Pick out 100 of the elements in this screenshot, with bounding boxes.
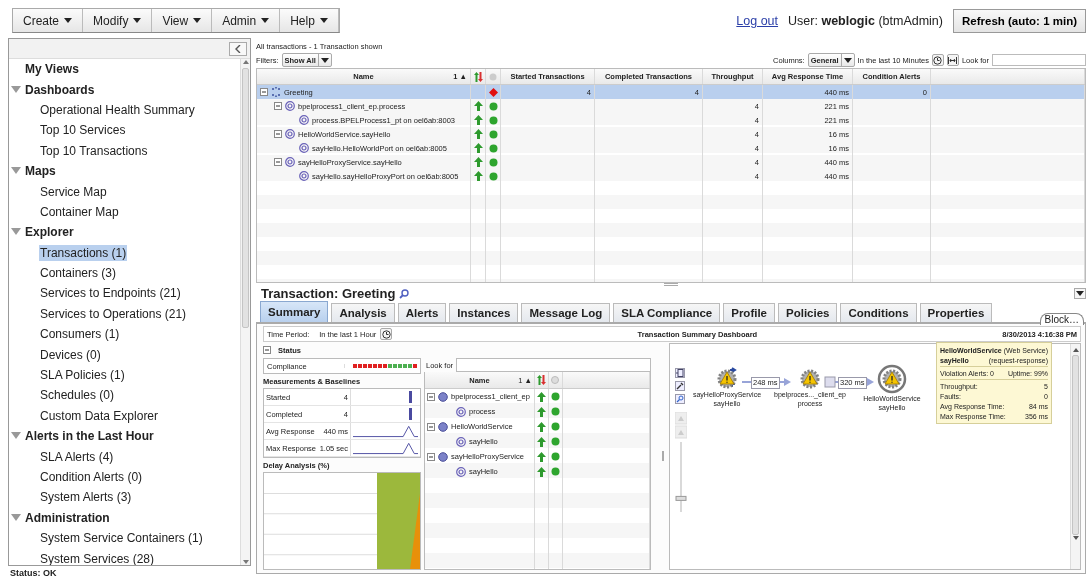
status-column-icon xyxy=(489,72,497,81)
warning-gear-icon[interactable] xyxy=(716,368,738,390)
tab[interactable]: Alerts xyxy=(397,303,447,322)
sparkline-drawing xyxy=(353,423,418,439)
user-label: User: weblogic (btmAdmin) xyxy=(788,14,943,28)
sparkline-drawing xyxy=(409,391,412,403)
expanded-triangle-icon[interactable] xyxy=(11,228,21,237)
sidebar-item[interactable]: System Services (28) xyxy=(39,550,156,565)
slider-thumb[interactable] xyxy=(675,495,687,501)
collapse-icon[interactable] xyxy=(427,422,435,431)
sidebar-item[interactable]: Container Map xyxy=(39,203,120,220)
service-icon xyxy=(438,421,448,432)
operation-icon xyxy=(456,466,466,477)
trend-column-icon xyxy=(537,375,546,385)
tab[interactable]: Conditions xyxy=(840,303,917,322)
menu-button[interactable]: View xyxy=(152,9,213,32)
connector-arrow xyxy=(824,376,874,388)
sidebar-item[interactable]: Services to Endpoints (21) xyxy=(39,285,182,302)
tab[interactable]: Profile xyxy=(723,303,775,322)
sidebar-item[interactable]: Consumers (1) xyxy=(39,326,121,343)
scroll-up-icon[interactable] xyxy=(1072,347,1079,353)
status-text: Status: OK xyxy=(10,568,57,577)
tab[interactable]: Instances xyxy=(449,303,519,322)
sidebar-item[interactable]: Operational Health Summary xyxy=(39,101,196,118)
operation-icon xyxy=(456,406,466,417)
tab[interactable]: SLA Compliance xyxy=(613,303,721,322)
menu-button[interactable]: Modify xyxy=(83,9,153,32)
collapse-icon[interactable] xyxy=(274,158,282,166)
service-icon xyxy=(438,391,448,402)
collapse-panel-button[interactable] xyxy=(229,41,247,56)
detail-title: Transaction: Greeting xyxy=(261,286,396,301)
search-icon[interactable] xyxy=(399,288,410,299)
transaction-icon xyxy=(271,87,281,97)
wrench-button[interactable] xyxy=(675,381,685,391)
collapse-icon[interactable] xyxy=(427,452,435,461)
sidebar-item[interactable]: Devices (0) xyxy=(39,346,102,363)
scroll-down-icon[interactable] xyxy=(242,559,249,565)
sidebar-heading[interactable]: Maps xyxy=(25,164,56,179)
tab[interactable]: Message Log xyxy=(521,303,611,322)
search-button[interactable] xyxy=(675,394,685,404)
expanded-triangle-icon[interactable] xyxy=(11,513,21,522)
selected-warning-gear-icon[interactable] xyxy=(877,364,907,394)
sidebar-item[interactable]: Top 10 Transactions xyxy=(39,142,149,159)
tab[interactable]: Policies xyxy=(778,303,838,322)
sidebar-heading[interactable]: Dashboards xyxy=(25,82,95,97)
tab[interactable]: Properties xyxy=(919,303,993,322)
collapse-icon[interactable] xyxy=(260,88,268,96)
menu-button[interactable]: Create xyxy=(13,9,84,32)
sidebar-item[interactable]: Top 10 Services xyxy=(39,122,127,139)
look-for-field[interactable] xyxy=(456,358,651,372)
chevron-left-icon xyxy=(235,44,241,53)
sidebar-heading[interactable]: My Views xyxy=(25,62,79,77)
sidebar-item[interactable]: Services to Operations (21) xyxy=(39,305,188,322)
sidebar-item[interactable]: Service Map xyxy=(39,183,108,200)
sidebar-item[interactable]: Condition Alerts (0) xyxy=(39,469,144,485)
logout-link[interactable]: Log out xyxy=(736,14,779,28)
look-for-field[interactable] xyxy=(992,54,1086,66)
dropdown-button[interactable] xyxy=(1074,288,1086,299)
caret-icon xyxy=(843,57,852,63)
sidebar-heading[interactable]: Administration xyxy=(25,510,110,525)
caret-icon xyxy=(64,18,73,23)
status-column-icon xyxy=(551,376,559,384)
collapse-icon[interactable] xyxy=(427,392,435,401)
sidebar-item[interactable]: Transactions (1) xyxy=(39,244,128,261)
menu-button[interactable]: Help xyxy=(280,9,339,32)
menu-button[interactable]: Admin xyxy=(212,9,281,32)
sidebar-item[interactable]: Schedules (0) xyxy=(39,387,116,404)
clock-button[interactable] xyxy=(931,54,944,66)
sidebar-item[interactable]: Containers (3) xyxy=(39,265,118,282)
collapse-icon[interactable] xyxy=(274,102,282,110)
fit-columns-button[interactable] xyxy=(946,54,959,66)
sidebar-item[interactable]: System Alerts (3) xyxy=(39,489,133,506)
caret-icon xyxy=(320,57,329,63)
sidebar-heading[interactable]: Explorer xyxy=(25,225,74,240)
service-icon xyxy=(438,451,448,462)
sidebar-item[interactable]: Custom Data Explorer xyxy=(39,407,160,424)
sidebar-item[interactable]: SLA Alerts (4) xyxy=(39,448,115,465)
expanded-triangle-icon[interactable] xyxy=(11,85,21,94)
expanded-triangle-icon[interactable] xyxy=(11,167,21,176)
caret-icon xyxy=(319,18,328,23)
trend-column-icon xyxy=(473,71,483,82)
collapse-icon[interactable] xyxy=(263,346,271,354)
fit-view-button[interactable] xyxy=(675,368,685,378)
caret-icon xyxy=(133,18,142,23)
sidebar-item[interactable]: System Service Containers (1) xyxy=(39,530,204,547)
caret-icon xyxy=(1076,291,1084,296)
sidebar-heading[interactable]: Alerts in the Last Hour xyxy=(25,429,154,444)
block-tab[interactable]: Block… xyxy=(1039,313,1084,325)
refresh-button[interactable]: Refresh (auto: 1 min) xyxy=(953,9,1086,33)
sidebar-item[interactable]: SLA Policies (1) xyxy=(39,367,126,384)
warning-gear-icon[interactable] xyxy=(799,368,821,390)
scrollbar[interactable] xyxy=(1070,344,1080,569)
scrollbar[interactable] xyxy=(240,59,250,565)
tab[interactable]: Summary xyxy=(260,301,329,322)
clock-button[interactable] xyxy=(380,328,393,340)
caret-icon xyxy=(193,18,202,23)
sparkline-drawing xyxy=(409,408,412,420)
expanded-triangle-icon[interactable] xyxy=(11,432,21,441)
tab[interactable]: Analysis xyxy=(331,303,395,322)
collapse-icon[interactable] xyxy=(274,130,282,138)
